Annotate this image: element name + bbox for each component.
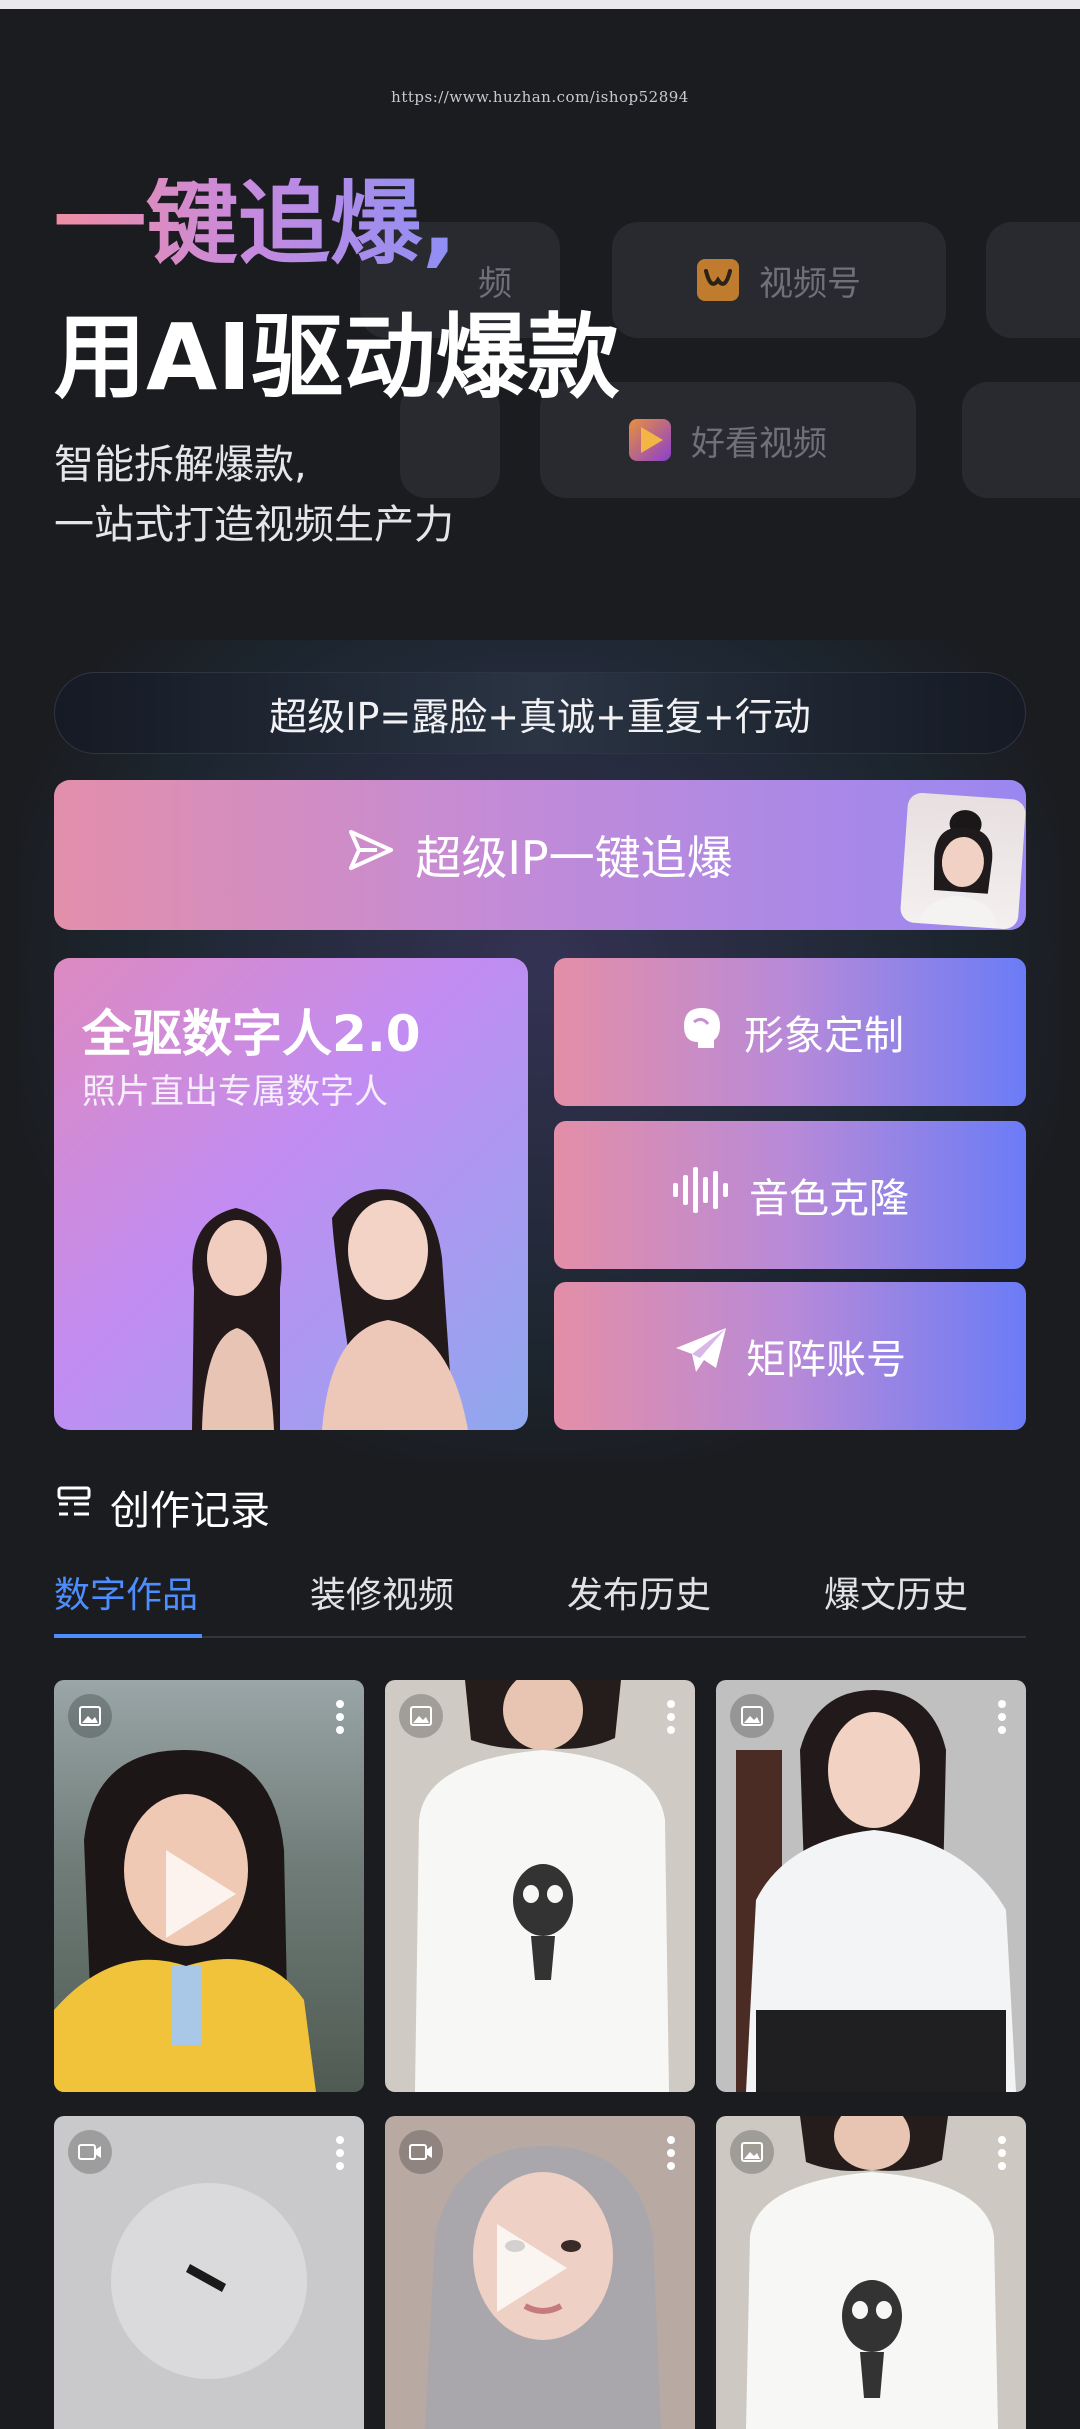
more-icon[interactable] [996, 2136, 1008, 2175]
platform-chip-edge [962, 382, 1080, 498]
image-type-icon [399, 1694, 443, 1738]
more-icon[interactable] [334, 2136, 346, 2175]
digital-human-card[interactable]: 全驱数字人2.0 照片直出专属数字人 [54, 958, 528, 1430]
platform-label: 视频号 [759, 263, 861, 304]
work-item[interactable] [54, 1680, 364, 2092]
platform-label: 频 [478, 263, 512, 304]
work-photo [415, 1680, 669, 2092]
tab-decoration-videos[interactable]: 装修视频 [310, 1566, 454, 1618]
video-type-icon [68, 2130, 112, 2174]
hero-subtitle-line1: 智能拆解爆款, [54, 442, 307, 488]
paper-plane-icon [674, 1326, 728, 1386]
tab-digital-works[interactable]: 数字作品 [54, 1566, 198, 1618]
records-title: 创作记录 [110, 1488, 270, 1534]
work-item[interactable] [385, 1680, 695, 2092]
super-ip-button[interactable]: 超级IP一键追爆 [54, 780, 1027, 930]
tab-article-history[interactable]: 爆文历史 [824, 1566, 968, 1618]
work-item[interactable] [54, 2116, 364, 2429]
more-icon[interactable] [334, 1700, 346, 1739]
play-icon[interactable] [166, 1850, 236, 1938]
records-tabs: 数字作品 装修视频 发布历史 爆文历史 [54, 1560, 1026, 1638]
tab-publish-history[interactable]: 发布历史 [567, 1566, 711, 1618]
more-icon[interactable] [665, 2136, 677, 2175]
hero-title-line2: 用AI驱动爆款 [54, 304, 620, 411]
platform-chip-channels: 视频号 [612, 222, 946, 338]
records-header: 创作记录 [56, 1478, 270, 1536]
platform-label: 好看视频 [691, 423, 827, 464]
tab-indicator [54, 1634, 202, 1638]
digital-human-illustration [192, 1189, 468, 1430]
hero-title-line1: 一键追爆, [54, 170, 457, 277]
hero-subtitle-line2: 一站式打造视频生产力 [54, 502, 454, 548]
haokan-logo-icon [629, 419, 671, 461]
list-icon [56, 1484, 92, 1530]
play-icon[interactable] [497, 2224, 567, 2312]
feature-matrix-account-button[interactable]: 矩阵账号 [554, 1282, 1026, 1430]
avatar [899, 792, 1027, 930]
super-ip-label: 超级IP一键追爆 [415, 831, 733, 885]
feature-avatar-custom-button[interactable]: 形象定制 [554, 958, 1026, 1106]
image-type-icon [730, 2130, 774, 2174]
image-type-icon [730, 1694, 774, 1738]
feature-label: 音色克隆 [749, 1176, 909, 1222]
work-item[interactable] [385, 2116, 695, 2429]
work-photo [736, 1690, 1016, 2092]
work-item[interactable] [716, 2116, 1026, 2429]
more-icon[interactable] [996, 1700, 1008, 1739]
channels-logo-icon [697, 259, 739, 301]
more-icon[interactable] [665, 1700, 677, 1739]
feature-voice-clone-button[interactable]: 音色克隆 [554, 1121, 1026, 1269]
profile-head-icon [676, 1002, 726, 1062]
work-item[interactable] [716, 1680, 1026, 2092]
sound-wave-icon [671, 1165, 731, 1225]
feature-label: 矩阵账号 [746, 1337, 906, 1383]
status-strip [0, 0, 1080, 9]
formula-banner: 超级IP=露脸+真诚+重复+行动 [54, 672, 1026, 754]
image-type-icon [68, 1694, 112, 1738]
watermark-url: https://www.huzhan.com/ishop52894 [391, 88, 689, 106]
feature-label: 形象定制 [744, 1013, 904, 1059]
platform-chip-edge [986, 222, 1080, 338]
video-type-icon [399, 2130, 443, 2174]
send-icon [347, 828, 395, 883]
